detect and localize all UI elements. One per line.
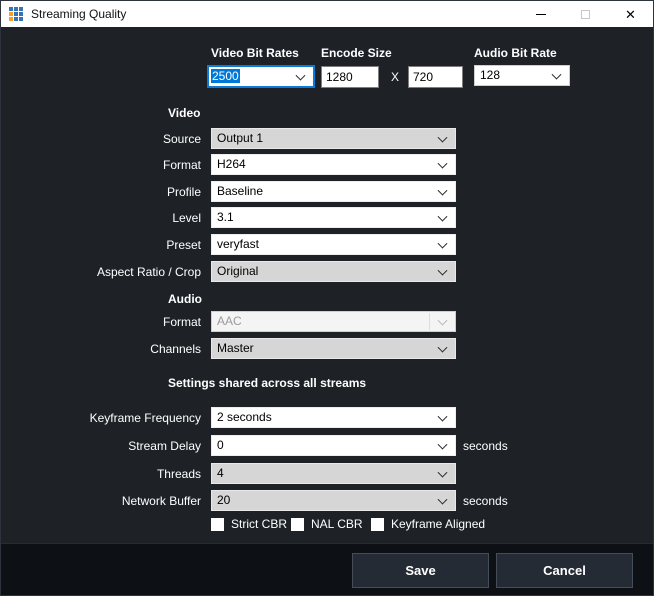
window-controls: ✕: [518, 1, 653, 27]
chevron-down-icon: [438, 265, 448, 275]
profile-label: Profile: [1, 185, 201, 199]
close-button[interactable]: ✕: [608, 1, 653, 27]
keyframe-frequency-dropdown[interactable]: 2 seconds: [211, 407, 456, 428]
maximize-icon: [581, 10, 590, 19]
encode-width-input[interactable]: [321, 66, 379, 88]
video-bit-rate-value: 2500: [211, 69, 240, 83]
level-dropdown[interactable]: 3.1: [211, 207, 456, 228]
keyframe-frequency-label: Keyframe Frequency: [1, 411, 201, 425]
aspect-ratio-crop-label: Aspect Ratio / Crop: [1, 265, 201, 279]
stream-delay-unit: seconds: [463, 439, 508, 453]
chevron-down-icon: [438, 439, 448, 449]
audio-bit-rate-label: Audio Bit Rate: [474, 46, 557, 60]
maximize-button: [563, 1, 608, 27]
format-label: Format: [1, 158, 201, 172]
threads-label: Threads: [1, 467, 201, 481]
save-button[interactable]: Save: [352, 553, 489, 588]
threads-dropdown[interactable]: 4: [211, 463, 456, 484]
chevron-down-icon: [438, 158, 448, 168]
chevron-down-icon: [438, 315, 448, 325]
checkbox-icon: [371, 518, 384, 531]
chevron-down-icon: [438, 411, 448, 421]
minimize-button[interactable]: [518, 1, 563, 27]
audio-bit-rate-combobox[interactable]: 128: [474, 65, 570, 86]
network-buffer-label: Network Buffer: [1, 494, 201, 508]
close-icon: ✕: [625, 8, 636, 21]
streaming-quality-dialog: Streaming Quality ✕ Video Bit Rates Enco…: [0, 0, 654, 596]
preset-dropdown[interactable]: veryfast: [211, 234, 456, 255]
minimize-icon: [536, 14, 546, 15]
chevron-down-icon: [552, 69, 562, 79]
video-bit-rates-label: Video Bit Rates: [211, 46, 299, 60]
stream-delay-dropdown[interactable]: 0: [211, 435, 456, 456]
video-bit-rate-combobox[interactable]: 2500: [207, 65, 315, 88]
checkbox-icon: [211, 518, 224, 531]
chevron-down-icon: [438, 342, 448, 352]
stream-delay-label: Stream Delay: [1, 439, 201, 453]
source-dropdown[interactable]: Output 1: [211, 128, 456, 149]
video-section-header: Video: [168, 106, 200, 120]
strict-cbr-checkbox[interactable]: Strict CBR: [211, 517, 287, 531]
cancel-button[interactable]: Cancel: [496, 553, 633, 588]
chevron-down-icon: [296, 70, 306, 80]
encode-height-input[interactable]: [408, 66, 463, 88]
chevron-down-icon: [438, 132, 448, 142]
chevron-down-icon: [438, 494, 448, 504]
channels-label: Channels: [1, 342, 201, 356]
app-grid-icon: [9, 7, 23, 21]
chevron-down-icon: [438, 238, 448, 248]
footer-bar: Save Cancel: [1, 543, 653, 596]
chevron-down-icon: [438, 211, 448, 221]
format-dropdown[interactable]: H264: [211, 154, 456, 175]
audio-bit-rate-value: 128: [480, 66, 547, 85]
profile-dropdown[interactable]: Baseline: [211, 181, 456, 202]
chevron-down-icon: [438, 467, 448, 477]
encode-size-label: Encode Size: [321, 46, 392, 60]
aspect-ratio-crop-dropdown[interactable]: Original: [211, 261, 456, 282]
channels-dropdown[interactable]: Master: [211, 338, 456, 359]
title-bar: Streaming Quality ✕: [1, 1, 653, 27]
source-label: Source: [1, 132, 201, 146]
window-title: Streaming Quality: [31, 7, 126, 21]
keyframe-aligned-checkbox[interactable]: Keyframe Aligned: [371, 517, 485, 531]
network-buffer-unit: seconds: [463, 494, 508, 508]
shared-settings-header: Settings shared across all streams: [168, 376, 366, 390]
encode-size-separator: X: [391, 70, 399, 84]
nal-cbr-checkbox[interactable]: NAL CBR: [291, 517, 363, 531]
audio-format-label: Format: [1, 315, 201, 329]
audio-section-header: Audio: [168, 292, 202, 306]
preset-label: Preset: [1, 238, 201, 252]
level-label: Level: [1, 211, 201, 225]
network-buffer-dropdown[interactable]: 20: [211, 490, 456, 511]
chevron-down-icon: [438, 185, 448, 195]
checkbox-icon: [291, 518, 304, 531]
audio-format-dropdown: AAC: [211, 311, 456, 332]
